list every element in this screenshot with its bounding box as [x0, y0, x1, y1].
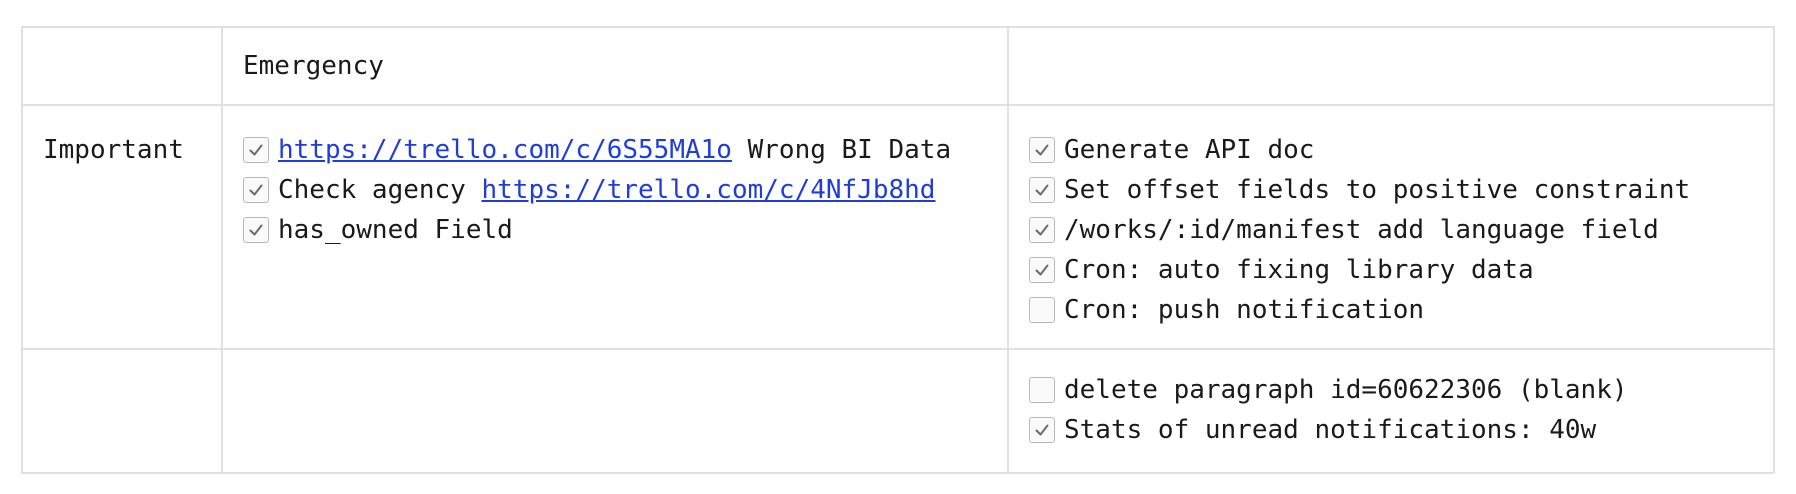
task-text: /works/:id/manifest add language field	[1064, 215, 1659, 245]
important-row: Important https://trello.com/c/6S55MA1o …	[21, 104, 1775, 350]
task-checkbox[interactable]	[1029, 297, 1055, 323]
header-label-emergency: Emergency	[243, 51, 384, 81]
checkmark-icon	[1035, 224, 1049, 236]
bottom-row: delete paragraph id=60622306 (blank) Stat…	[21, 348, 1775, 474]
task-item: Set offset fields to positive constraint	[1029, 170, 1773, 210]
header-cell-empty-a	[21, 26, 223, 106]
task-checkbox[interactable]	[1029, 377, 1055, 403]
task-item: Generate API doc	[1029, 130, 1773, 170]
task-text-suffix: Wrong BI Data	[731, 135, 952, 165]
task-text: Generate API doc	[1064, 135, 1315, 165]
task-checkbox[interactable]	[1029, 257, 1055, 283]
task-link[interactable]: https://trello.com/c/6S55MA1o	[278, 130, 732, 170]
task-link[interactable]: https://trello.com/c/4NfJb8hd	[482, 170, 936, 210]
bottom-label-cell	[21, 348, 223, 474]
task-item: Cron: push notification	[1029, 290, 1773, 330]
task-text: Stats of unread notifications: 40w	[1064, 415, 1597, 445]
checkmark-icon	[1035, 424, 1049, 436]
checkmark-icon	[1035, 184, 1049, 196]
important-emergency-cell: https://trello.com/c/6S55MA1o Wrong BI D…	[221, 104, 1009, 350]
header-row: Emergency	[21, 26, 1775, 106]
task-item: Stats of unread notifications: 40w	[1029, 410, 1773, 450]
task-checkbox[interactable]	[243, 177, 269, 203]
task-list: Generate API doc Set offset fields to pos…	[1029, 130, 1773, 330]
checkmark-icon	[249, 224, 263, 236]
task-item: /works/:id/manifest add language field	[1029, 210, 1773, 250]
task-checkbox[interactable]	[243, 217, 269, 243]
task-text: has_owned Field	[278, 215, 513, 245]
bottom-emergency-cell	[221, 348, 1009, 474]
task-checkbox[interactable]	[1029, 137, 1055, 163]
checkmark-icon	[249, 144, 263, 156]
task-item: Cron: auto fixing library data	[1029, 250, 1773, 290]
task-text: Cron: push notification	[1064, 295, 1425, 325]
header-cell-empty-c	[1007, 26, 1775, 106]
task-list: delete paragraph id=60622306 (blank) Stat…	[1029, 370, 1773, 450]
task-text: Check agency	[278, 175, 482, 205]
bottom-other-cell: delete paragraph id=60622306 (blank) Stat…	[1007, 348, 1775, 474]
checkmark-icon	[249, 184, 263, 196]
priority-matrix-table: Emergency Important https://trello.com/c…	[21, 26, 1775, 474]
task-text: Set offset fields to positive constraint	[1064, 175, 1691, 205]
task-item: Check agency https://trello.com/c/4NfJb8…	[243, 170, 1007, 210]
task-item: has_owned Field	[243, 210, 1007, 250]
task-item: delete paragraph id=60622306 (blank)	[1029, 370, 1773, 410]
row-label-cell: Important	[21, 104, 223, 350]
task-checkbox[interactable]	[1029, 217, 1055, 243]
task-checkbox[interactable]	[243, 137, 269, 163]
task-text: Cron: auto fixing library data	[1064, 255, 1534, 285]
task-item: https://trello.com/c/6S55MA1o Wrong BI D…	[243, 130, 1007, 170]
task-list: https://trello.com/c/6S55MA1o Wrong BI D…	[243, 130, 1007, 250]
checkmark-icon	[1035, 144, 1049, 156]
task-checkbox[interactable]	[1029, 417, 1055, 443]
checkmark-icon	[1035, 264, 1049, 276]
task-text: delete paragraph id=60622306 (blank)	[1064, 375, 1628, 405]
important-other-cell: Generate API doc Set offset fields to pos…	[1007, 104, 1775, 350]
header-cell-emergency: Emergency	[221, 26, 1009, 106]
task-checkbox[interactable]	[1029, 177, 1055, 203]
row-label-important: Important	[43, 135, 184, 165]
